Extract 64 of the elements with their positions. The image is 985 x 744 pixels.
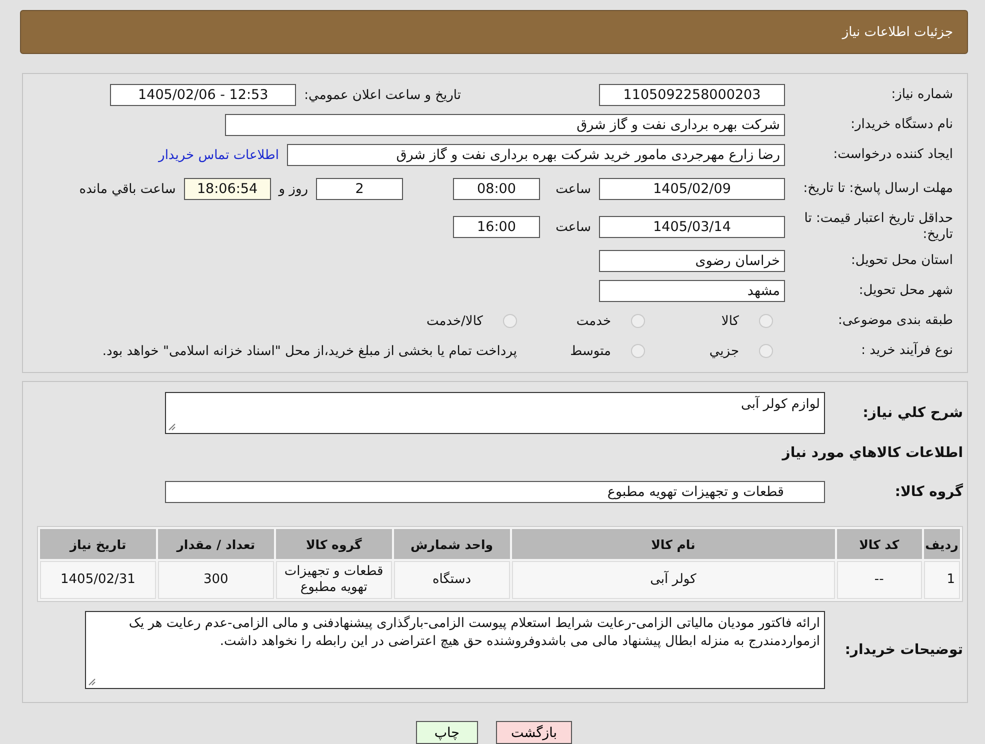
city-field: مشهد (599, 280, 785, 302)
table-cell: کولر آبی (512, 561, 835, 599)
radio-label: خدمت (576, 314, 611, 328)
field-label: شهر محل تحویل: (858, 283, 953, 299)
column-header: نام کالا (512, 529, 835, 559)
deadline-time-field: 08:00 (453, 178, 540, 200)
description-box: لوازم کولر آبی (165, 392, 825, 434)
radio-button[interactable] (759, 314, 773, 328)
column-header: کد کالا (836, 529, 922, 559)
province-field: خراسان رضوی (599, 250, 785, 272)
field-label: شرح کلي نیاز: (862, 405, 963, 421)
column-header: ردیف (924, 529, 960, 559)
table-cell: 1405/02/31 (40, 561, 156, 599)
field-label: استان محل تحویل: (850, 253, 953, 269)
days-field: 2 (316, 178, 403, 200)
section-title: اطلاعات کالاهاي مورد نیاز (780, 445, 963, 461)
resize-grip-icon (168, 423, 176, 431)
buyer-org-field: شرکت بهره برداری نفت و گاز شرق (225, 114, 785, 136)
print-button[interactable]: چاپ (416, 721, 478, 744)
buyer-notes-box: ارائه فاکتور مودیان مالیاتی الزامی-رعایت شرایط استعلام پیوست الزامی-بارگذاری پیشنهادفنی و مالی الزامی-عدم رعایت هر یک ازمواردمندرج به منزله ابطال پیشنهاد مالی می باشدوفروشنده حق هیچ اعتراضی در این رابطه را نخواهد داشت. (85, 611, 825, 689)
field-label: تاريخ و ساعت اعلان عمومي: (304, 88, 461, 102)
radio-label: کالا (721, 314, 739, 328)
table-cell: 1 (924, 561, 960, 599)
field-label: مهلت ارسال پاسخ: تا تاریخ: (802, 181, 953, 197)
page-title: جزئیات اطلاعات نیاز (842, 24, 953, 40)
need-number-field: 1105092258000203 (599, 84, 785, 106)
validity-time-field: 16:00 (453, 216, 540, 238)
resize-grip-icon (88, 678, 96, 686)
contact-link[interactable]: اطلاعات تماس خریدار (158, 148, 279, 162)
field-label: طبقه بندی موضوعی: (836, 313, 953, 329)
validity-date-field: 1405/03/14 (599, 216, 785, 238)
field-label: حداقل تاریخ اعتبار قیمت: تا تاریخ: (803, 211, 953, 243)
deadline-date-field: 1405/02/09 (599, 178, 785, 200)
time-label: ساعت (554, 182, 591, 196)
radio-label: متوسط (570, 344, 611, 358)
radio-button[interactable] (631, 344, 645, 358)
radio-label: کالا/خدمت (426, 314, 483, 328)
table-cell: دستگاه (394, 561, 510, 599)
table-cell: 300 (158, 561, 274, 599)
field-label: شماره نیاز: (890, 87, 953, 103)
payment-note: پرداخت تمام یا بخشی از مبلغ خرید،از محل "اسناد خزانه اسلامی" خواهد بود. (102, 344, 517, 358)
field-label: نوع فرآیند خرید : (860, 343, 953, 359)
field-label: توضیحات خریدار: (844, 642, 963, 658)
back-button[interactable]: بازگشت (496, 721, 572, 744)
radio-button[interactable] (631, 314, 645, 328)
days-label: روز و (278, 182, 308, 196)
column-header: گروه کالا (276, 529, 392, 559)
column-header: تعداد / مقدار (158, 529, 274, 559)
column-header: واحد شمارش (394, 529, 510, 559)
table-cell: قطعات و تجهیزات تهویه مطبوع (276, 561, 392, 599)
field-label: ایجاد کننده درخواست: (832, 147, 953, 163)
goods-group-field: قطعات و تجهیزات تهویه مطبوع (165, 481, 825, 503)
field-label: گروه کالا: (894, 484, 963, 500)
radio-label: جزيي (709, 344, 739, 358)
radio-button[interactable] (503, 314, 517, 328)
radio-button[interactable] (759, 344, 773, 358)
time-label: ساعت (554, 220, 591, 234)
creator-field: رضا زارع مهرجردی مامور خرید شرکت بهره برداری نفت و گاز شرق (287, 144, 785, 166)
remaining-time-field: 18:06:54 (184, 178, 271, 200)
field-label: نام دستگاه خریدار: (850, 117, 953, 133)
remaining-label: ساعت باقي مانده (79, 182, 176, 196)
column-header: تاریخ نیاز (40, 529, 156, 559)
announce-date-field: 1405/02/06 - 12:53 (110, 84, 296, 106)
table-cell: -- (836, 561, 922, 599)
